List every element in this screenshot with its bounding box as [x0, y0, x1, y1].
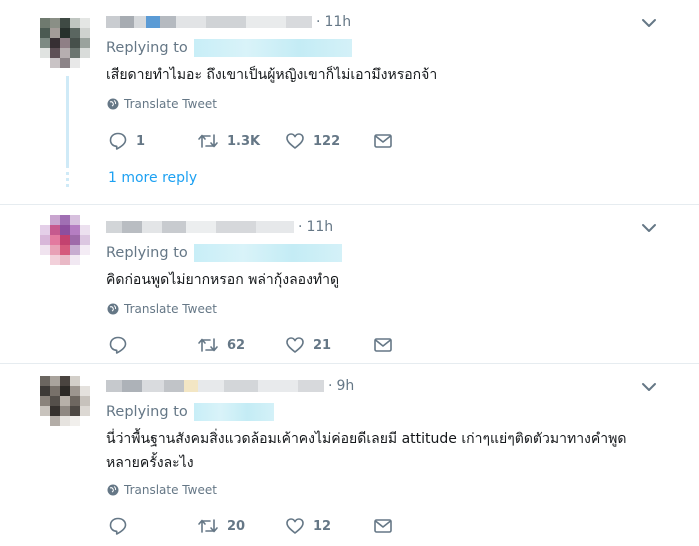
tweet-2[interactable]: · 11h Replying to คิดก่อนพูดไม่ยากหรอก พ… — [0, 205, 699, 363]
retweet-button[interactable]: 20 — [197, 516, 245, 536]
like-button[interactable]: 21 — [285, 335, 331, 355]
like-button[interactable]: 122 — [285, 131, 340, 151]
avatar[interactable] — [40, 18, 90, 68]
message-button[interactable] — [373, 131, 401, 151]
avatar[interactable] — [40, 376, 90, 426]
message-button[interactable] — [373, 516, 401, 536]
heart-icon — [286, 518, 304, 534]
globe-icon — [107, 98, 119, 110]
tweet-3[interactable]: · 9h Replying to นี่ว่าพื้นฐานสังคมสิ่งแ… — [0, 364, 699, 546]
globe-icon — [107, 484, 119, 496]
reply-icon — [109, 336, 127, 354]
envelope-icon — [374, 519, 392, 533]
tweet-text: เสียดายทำไมอะ ถึงเขาเป็นผู้หญิงเขาก็ไม่เ… — [106, 67, 438, 83]
like-count: 12 — [313, 518, 332, 534]
retweet-button[interactable]: 62 — [197, 335, 245, 355]
heart-icon — [286, 337, 304, 353]
reply-button[interactable]: 1 — [108, 131, 145, 151]
replying-to-label: Replying to — [106, 404, 188, 420]
retweet-icon — [198, 134, 218, 148]
thread-line — [66, 76, 69, 168]
user-name-blurred[interactable] — [106, 380, 324, 392]
replying-to-user-blurred[interactable] — [193, 39, 352, 57]
translate-tweet-link[interactable]: Translate Tweet — [107, 483, 217, 497]
tweet-time[interactable]: 11h — [324, 14, 351, 30]
replying-to: Replying to — [106, 38, 352, 58]
tweet-header: · 11h — [106, 11, 351, 33]
reply-button[interactable] — [108, 516, 136, 536]
retweet-count: 20 — [227, 518, 246, 534]
envelope-icon — [374, 134, 392, 148]
reply-count: 1 — [136, 133, 146, 149]
user-name-blurred[interactable] — [106, 16, 312, 28]
avatar[interactable] — [40, 215, 90, 265]
replying-to-label: Replying to — [106, 40, 188, 56]
more-reply-link[interactable]: 1 more reply — [108, 170, 197, 186]
tweet-header: · 11h — [106, 216, 333, 238]
replying-to-user-blurred[interactable] — [193, 403, 274, 421]
message-button[interactable] — [373, 335, 401, 355]
tweet-time[interactable]: 9h — [336, 378, 354, 394]
tweet-1[interactable]: · 11h Replying to เสียดายทำไมอะ ถึงเขาเป… — [0, 0, 699, 204]
tweet-time[interactable]: 11h — [306, 219, 333, 235]
chevron-down-icon[interactable] — [640, 219, 658, 237]
translate-label: Translate Tweet — [124, 97, 217, 111]
envelope-icon — [374, 338, 392, 352]
reply-icon — [109, 132, 127, 150]
retweet-count: 1.3K — [227, 133, 261, 149]
tweet-header: · 9h — [106, 375, 354, 397]
replying-to: Replying to — [106, 402, 274, 422]
retweet-icon — [198, 519, 218, 533]
replying-to-label: Replying to — [106, 245, 188, 261]
user-name-blurred[interactable] — [106, 221, 294, 233]
like-count: 122 — [313, 133, 341, 149]
like-button[interactable]: 12 — [285, 516, 331, 536]
translate-label: Translate Tweet — [124, 483, 217, 497]
tweet-text: นี่ว่าพื้นฐานสังคมสิ่งแวดล้อมเค้าคงไม่ค่… — [106, 427, 666, 475]
tweet-text-line-2: หลายครั้งละไง — [106, 455, 194, 471]
translate-label: Translate Tweet — [124, 302, 217, 316]
reply-icon — [109, 517, 127, 535]
header-separator: · — [316, 14, 321, 30]
heart-icon — [286, 133, 304, 149]
thread-dots — [66, 172, 69, 190]
replying-to-user-blurred[interactable] — [193, 244, 342, 262]
header-separator: · — [298, 219, 303, 235]
header-separator: · — [328, 378, 333, 394]
chevron-down-icon[interactable] — [640, 378, 658, 396]
chevron-down-icon[interactable] — [640, 14, 658, 32]
retweet-button[interactable]: 1.3K — [197, 131, 260, 151]
like-count: 21 — [313, 337, 332, 353]
translate-tweet-link[interactable]: Translate Tweet — [107, 302, 217, 316]
translate-tweet-link[interactable]: Translate Tweet — [107, 97, 217, 111]
globe-icon — [107, 303, 119, 315]
retweet-icon — [198, 338, 218, 352]
replying-to: Replying to — [106, 243, 342, 263]
reply-button[interactable] — [108, 335, 136, 355]
retweet-count: 62 — [227, 337, 246, 353]
tweet-text-line-1: นี่ว่าพื้นฐานสังคมสิ่งแวดล้อมเค้าคงไม่ค่… — [106, 431, 627, 447]
tweet-text: คิดก่อนพูดไม่ยากหรอก พล่ากุ้งลองทำดู — [106, 272, 340, 288]
